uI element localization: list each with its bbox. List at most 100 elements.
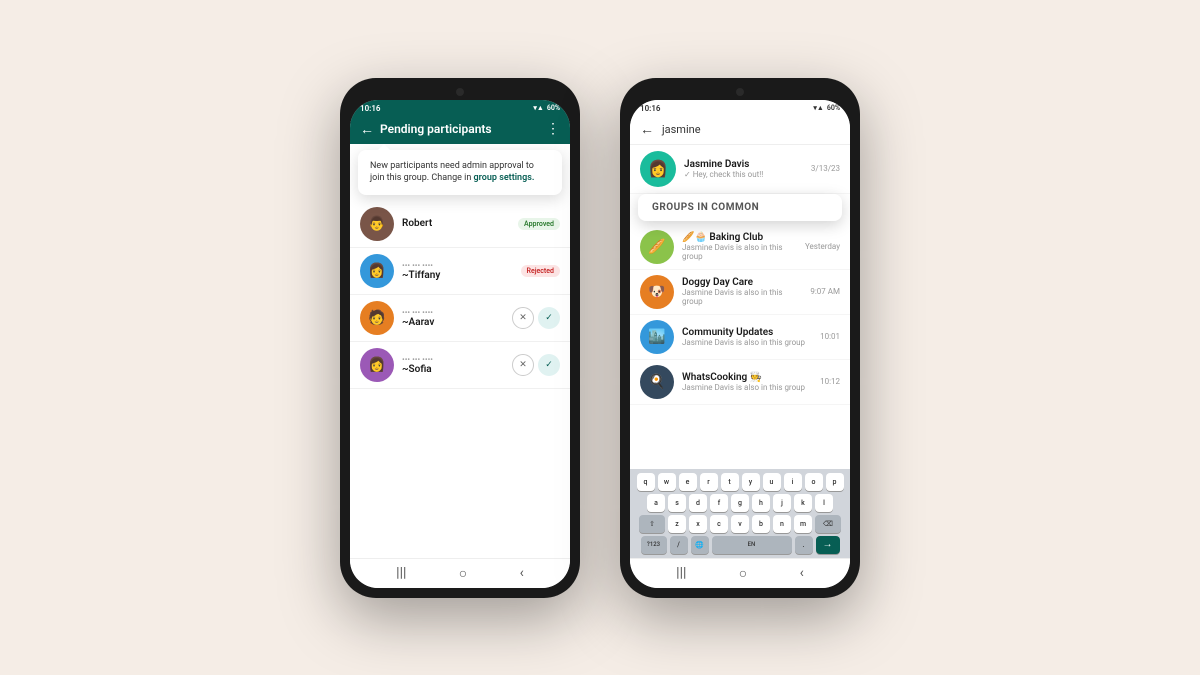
keyboard-row-3: ⇧ z x c v b n m ⌫	[632, 515, 848, 533]
wifi-icon-2: ▾▲	[813, 104, 823, 112]
group-name: Community Updates	[682, 327, 812, 338]
reject-button[interactable]: ✕	[512, 354, 534, 376]
participant-item: 🧑 ••• ••• •••• ~Aarav ✕ ✓	[350, 295, 570, 342]
key-f[interactable]: f	[710, 494, 728, 512]
key-w[interactable]: w	[658, 473, 676, 491]
key-g[interactable]: g	[731, 494, 749, 512]
approve-button[interactable]: ✓	[538, 307, 560, 329]
contact-time: 3/13/23	[811, 164, 840, 173]
more-options-button-1[interactable]: ⋮	[546, 121, 560, 137]
avatar: 👩	[360, 254, 394, 288]
avatar: 🧑	[360, 301, 394, 335]
participant-info: ••• ••• •••• ~Aarav	[402, 308, 504, 328]
group-name: Doggy Day Care	[682, 277, 802, 288]
group-time: 10:12	[820, 377, 840, 386]
key-o[interactable]: o	[805, 473, 823, 491]
key-y[interactable]: y	[742, 473, 760, 491]
contact-avatar: 👩	[640, 151, 676, 187]
group-sub: Jasmine Davis is also in this group	[682, 243, 797, 261]
participant-name: Robert	[402, 218, 510, 229]
group-item[interactable]: 🍳 WhatsCooking 🧑‍🍳 Jasmine Davis is also…	[630, 360, 850, 405]
participant-phone: ••• ••• ••••	[402, 355, 504, 364]
keyboard-row-1: q w e r t y u i o p	[632, 473, 848, 491]
key-m[interactable]: m	[794, 515, 812, 533]
key-l[interactable]: l	[815, 494, 833, 512]
key-e[interactable]: e	[679, 473, 697, 491]
key-v[interactable]: v	[731, 515, 749, 533]
search-input[interactable]: jasmine	[662, 123, 840, 136]
key-d[interactable]: d	[689, 494, 707, 512]
key-p[interactable]: p	[826, 473, 844, 491]
search-header: ← jasmine	[630, 115, 850, 145]
participant-info: ••• ••• •••• ~Sofia	[402, 355, 504, 375]
contact-name: Jasmine Davis	[684, 159, 803, 170]
key-z[interactable]: z	[668, 515, 686, 533]
participant-name: ~Sofia	[402, 364, 504, 375]
battery-icon: 60%	[547, 104, 560, 112]
reject-button[interactable]: ✕	[512, 307, 534, 329]
menu-nav-icon[interactable]: |||	[396, 565, 406, 581]
group-avatar: 🥖	[640, 230, 674, 264]
globe-key[interactable]: 🌐	[691, 536, 709, 554]
approve-button[interactable]: ✓	[538, 354, 560, 376]
participant-name: ~Aarav	[402, 317, 504, 328]
home-nav-icon[interactable]: ○	[459, 565, 467, 582]
group-avatar: 🍳	[640, 365, 674, 399]
key-c[interactable]: c	[710, 515, 728, 533]
phone-1-screen: 10:16 ▾▲ 60% ← Pending participants ⋮ Ne…	[350, 100, 570, 588]
group-avatar: 🐶	[640, 275, 674, 309]
key-k[interactable]: k	[794, 494, 812, 512]
numeric-key[interactable]: ?123	[641, 536, 667, 554]
spacebar[interactable]: EN	[712, 536, 792, 554]
action-buttons: ✕ ✓	[512, 307, 560, 329]
status-icons-2: ▾▲ 60%	[813, 104, 840, 112]
action-buttons: ✕ ✓	[512, 354, 560, 376]
participant-info: Robert	[402, 218, 510, 229]
slash-key[interactable]: /	[670, 536, 688, 554]
group-item[interactable]: 🐶 Doggy Day Care Jasmine Davis is also i…	[630, 270, 850, 315]
shift-key[interactable]: ⇧	[639, 515, 665, 533]
back-nav-icon-2[interactable]: ‹	[800, 565, 804, 581]
key-b[interactable]: b	[752, 515, 770, 533]
phone-camera-2	[736, 88, 744, 96]
key-q[interactable]: q	[637, 473, 655, 491]
phone-2-screen: 10:16 ▾▲ 60% ← jasmine 👩 Jasmine Davis ✓…	[630, 100, 850, 588]
group-sub: Jasmine Davis is also in this group	[682, 383, 812, 392]
backspace-key[interactable]: ⌫	[815, 515, 841, 533]
back-button-2[interactable]: ←	[640, 121, 654, 138]
groups-common-text: GROUPS IN COMMON	[652, 202, 759, 213]
key-r[interactable]: r	[700, 473, 718, 491]
status-badge: Approved	[518, 218, 560, 230]
key-a[interactable]: a	[647, 494, 665, 512]
key-j[interactable]: j	[773, 494, 791, 512]
send-key[interactable]: →	[816, 536, 840, 554]
key-i[interactable]: i	[784, 473, 802, 491]
status-icons-1: ▾▲ 60%	[533, 104, 560, 112]
period-key[interactable]: .	[795, 536, 813, 554]
status-time-1: 10:16	[360, 104, 380, 113]
status-bar-2: 10:16 ▾▲ 60%	[630, 100, 850, 115]
group-info: Doggy Day Care Jasmine Davis is also in …	[682, 277, 802, 306]
back-button-1[interactable]: ←	[360, 121, 374, 138]
status-time-2: 10:16	[640, 104, 660, 113]
key-h[interactable]: h	[752, 494, 770, 512]
key-n[interactable]: n	[773, 515, 791, 533]
key-s[interactable]: s	[668, 494, 686, 512]
key-t[interactable]: t	[721, 473, 739, 491]
participant-phone: ••• ••• ••••	[402, 308, 504, 317]
group-item[interactable]: 🥖 🥖🧁 Baking Club Jasmine Davis is also i…	[630, 225, 850, 270]
key-u[interactable]: u	[763, 473, 781, 491]
group-settings-link[interactable]: group settings.	[474, 173, 535, 183]
phone-2: 10:16 ▾▲ 60% ← jasmine 👩 Jasmine Davis ✓…	[620, 78, 860, 598]
wifi-icon: ▾▲	[533, 104, 543, 112]
home-nav-icon-2[interactable]: ○	[739, 565, 747, 582]
group-time: 9:07 AM	[810, 287, 840, 296]
groups-in-common-label: GROUPS IN COMMON	[638, 194, 842, 221]
contact-result[interactable]: 👩 Jasmine Davis ✓ Hey, check this out!! …	[630, 145, 850, 194]
menu-nav-icon-2[interactable]: |||	[676, 565, 686, 581]
group-sub: Jasmine Davis is also in this group	[682, 288, 802, 306]
back-nav-icon[interactable]: ‹	[520, 565, 524, 581]
group-item[interactable]: 🏙️ Community Updates Jasmine Davis is al…	[630, 315, 850, 360]
keyboard: q w e r t y u i o p a s d f g h j k l	[630, 469, 850, 558]
key-x[interactable]: x	[689, 515, 707, 533]
